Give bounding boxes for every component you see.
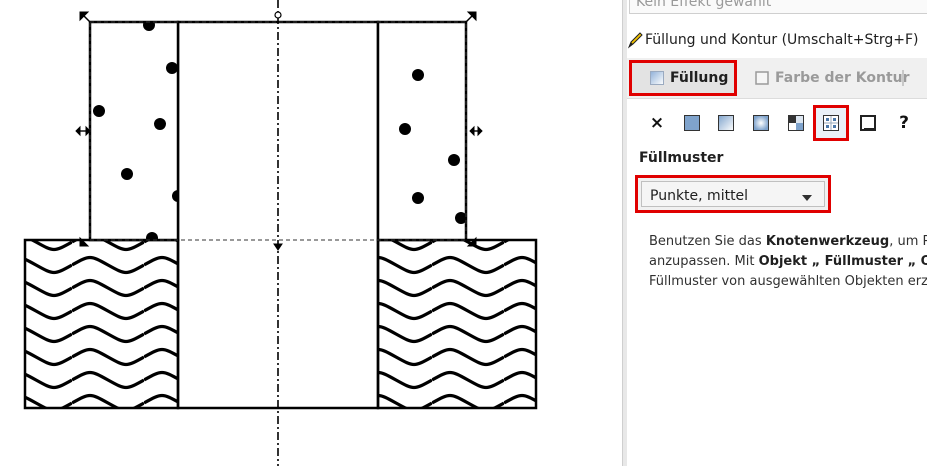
tab-stroke-paint[interactable]: Farbe der Kontur (755, 60, 910, 96)
fill-stroke-panel: Kein Effekt gewählt Füllung und Kontur (… (627, 0, 927, 466)
hint-line-3: Füllmuster von ausgewählten Objekten erz (649, 272, 927, 292)
scale-handle-right (469, 125, 483, 137)
dialog-title[interactable]: Füllung und Kontur (Umschalt+Strg+F) (627, 30, 919, 50)
hint-node-tool: Knotenwerkzeug (765, 234, 890, 249)
dialog-title-text: Füllung und Kontur (Umschalt+Strg+F) (645, 32, 919, 48)
dotted-block-left[interactable] (88, 19, 184, 244)
fill-pattern-button[interactable] (813, 105, 849, 141)
fill-unset-button[interactable]: ? (889, 108, 919, 138)
effect-status-text: Kein Effekt gewählt (636, 0, 772, 10)
tab-stroke-paint-label: Farbe der Kontur (775, 70, 910, 86)
hint-line-1: Benutzen Sie das Knotenwerkzeug, um Po (649, 232, 927, 252)
linear-gradient-icon (718, 115, 734, 131)
canvas-drawing[interactable] (0, 0, 622, 466)
dotted-block-right[interactable] (376, 20, 468, 242)
x-icon: × (649, 113, 665, 133)
fill-type-buttons: × ? (642, 105, 927, 142)
pattern-dropdown-value: Punkte, mittel (650, 188, 749, 204)
fill-linear-gradient-button[interactable] (711, 108, 741, 138)
radial-gradient-icon (753, 115, 769, 131)
question-icon: ? (899, 113, 909, 133)
stroke-paint-tab-icon (755, 71, 769, 85)
pattern-hint-text: Benutzen Sie das Knotenwerkzeug, um Po a… (649, 232, 927, 292)
tabs-scroll-indicator[interactable] (902, 70, 904, 86)
mesh-gradient-icon (788, 115, 804, 131)
chevron-down-icon[interactable] (802, 195, 812, 201)
scale-handle-top-left (79, 11, 91, 23)
wave-block-left[interactable] (23, 238, 180, 410)
tab-fill-label: Füllung (670, 70, 729, 86)
tab-fill[interactable]: Füllung (629, 60, 737, 96)
hint-line-1-post: , um Po (889, 234, 927, 249)
pattern-dropdown-box[interactable]: Punkte, mittel (641, 181, 825, 207)
swatch-icon (860, 115, 876, 131)
effect-bar: Kein Effekt gewählt (629, 0, 927, 14)
scale-handle-top-center (274, 11, 282, 19)
fill-radial-gradient-button[interactable] (746, 108, 776, 138)
fill-tab-icon (650, 71, 664, 85)
fill-swatch-button[interactable] (853, 108, 883, 138)
pattern-section-label: Füllmuster (639, 150, 724, 166)
pen-icon (627, 32, 643, 49)
wave-block-right[interactable] (376, 238, 538, 410)
scale-handle-left (75, 125, 91, 137)
hint-line-1-pre: Benutzen Sie das (649, 234, 766, 249)
hint-object-menu-path: Objekt „ Füllmuster „ Ob (758, 254, 927, 269)
fill-flat-color-button[interactable] (677, 108, 707, 138)
fill-none-button[interactable]: × (642, 108, 672, 138)
hint-line-3-text: Füllmuster von ausgewählten Objekten erz (649, 274, 927, 289)
pattern-dropdown[interactable]: Punkte, mittel (635, 175, 831, 213)
pattern-icon (823, 115, 839, 131)
flat-color-icon (684, 115, 700, 131)
hint-line-2-pre: anzupassen. Mit (649, 254, 759, 269)
hint-line-2: anzupassen. Mit Objekt „ Füllmuster „ Ob (649, 252, 927, 272)
scale-handle-top-right (465, 11, 477, 23)
fill-stroke-tabs: Füllung Farbe der Kontur (627, 58, 927, 99)
fill-mesh-gradient-button[interactable] (781, 108, 811, 138)
drawing-canvas[interactable] (0, 0, 622, 466)
